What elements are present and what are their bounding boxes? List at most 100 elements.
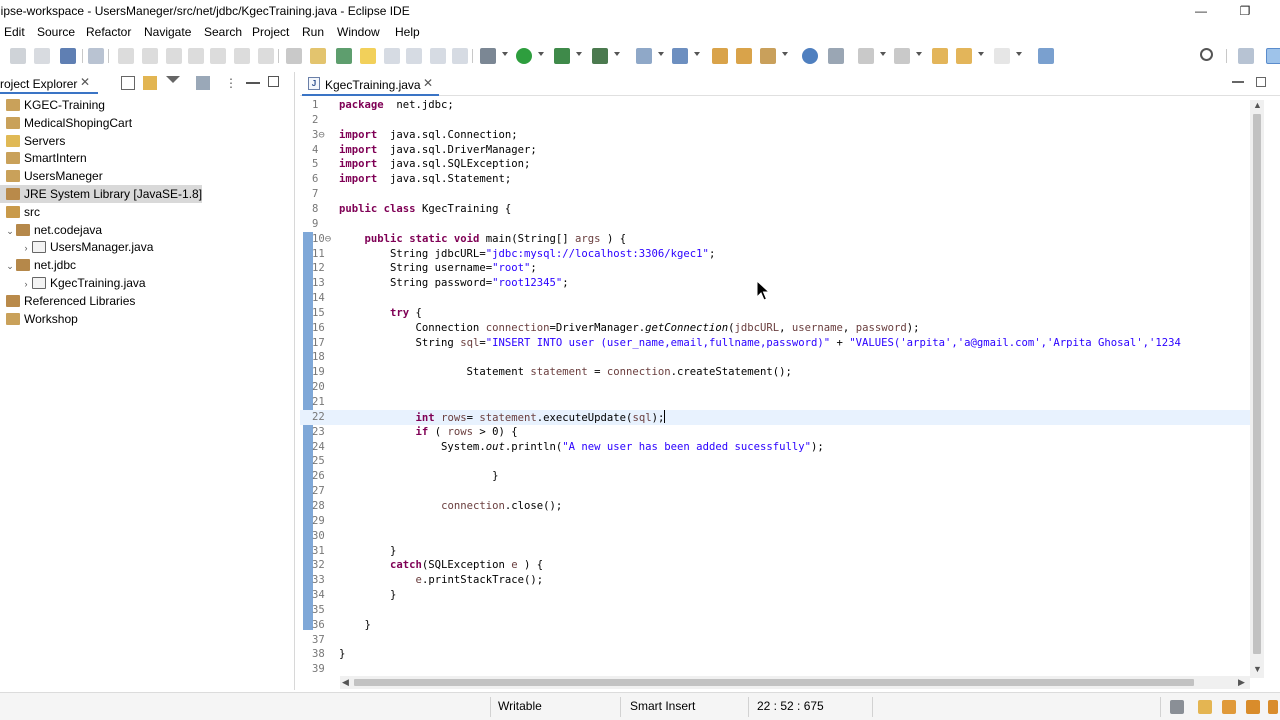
tree-item[interactable]: Servers [0, 132, 65, 150]
open-perspective-icon[interactable] [1238, 48, 1254, 64]
tab-kgectraining[interactable]: J KgecTraining.java ✕ [302, 72, 439, 96]
menu-search[interactable]: Search [204, 25, 242, 39]
search-icon[interactable] [1200, 48, 1213, 61]
annotation-icon[interactable] [828, 48, 844, 64]
code-line[interactable]: 29 [300, 514, 1250, 529]
collapse-all-icon[interactable] [121, 76, 135, 90]
menu-project[interactable]: Project [252, 25, 289, 39]
code-line[interactable]: 31 } [300, 544, 1250, 559]
step-over-icon[interactable] [234, 48, 250, 64]
code-line[interactable]: 32 catch(SQLException e ) { [300, 558, 1250, 573]
new-java-project-icon[interactable] [636, 48, 652, 64]
minimize-view-icon[interactable] [246, 76, 260, 84]
step-into-icon[interactable] [210, 48, 226, 64]
suspend-icon[interactable] [142, 48, 158, 64]
code-line[interactable]: 5 import java.sql.SQLException; [300, 157, 1250, 172]
tasks-icon[interactable] [1198, 700, 1212, 714]
maximize-editor-icon[interactable] [1256, 77, 1266, 87]
filter-icon[interactable] [166, 76, 180, 83]
code-line[interactable]: 35 [300, 603, 1250, 618]
code-line[interactable]: 17 String sql="INSERT INTO user (user_na… [300, 336, 1250, 351]
open-folder-icon[interactable] [712, 48, 728, 64]
code-line[interactable]: 6 import java.sql.Statement; [300, 172, 1250, 187]
menu-run[interactable]: Run [302, 25, 324, 39]
scroll-right-icon[interactable]: ▶ [1238, 677, 1245, 688]
horizontal-scrollbar[interactable]: ◀ ▶ [340, 676, 1250, 689]
java-perspective-icon[interactable] [1266, 48, 1280, 64]
code-line[interactable]: 37 [300, 633, 1250, 648]
code-line[interactable]: 22 int rows= statement.executeUpdate(sql… [300, 409, 1250, 425]
tree-item[interactable]: ⌄ net.jdbc [4, 256, 76, 274]
terminate-icon[interactable] [166, 48, 182, 64]
view-menu-icon[interactable]: ⋮ [224, 76, 238, 90]
new-icon[interactable] [10, 48, 26, 64]
code-line[interactable]: 11 String jdbcURL="jdbc:mysql://localhos… [300, 247, 1250, 262]
code-line[interactable]: 38} [300, 647, 1250, 662]
vertical-scrollbar[interactable]: ▲ ▼ [1250, 100, 1264, 678]
tree-item[interactable]: MedicalShopingCart [0, 114, 132, 132]
forward-icon[interactable] [994, 48, 1010, 64]
code-line[interactable]: 34 } [300, 588, 1250, 603]
tree-item[interactable]: JRE System Library [JavaSE-1.8] [0, 185, 203, 203]
disconnect-icon[interactable] [188, 48, 204, 64]
minimize-editor-icon[interactable] [1232, 75, 1244, 83]
code-line[interactable]: 16 Connection connection=DriverManager.g… [300, 321, 1250, 336]
open-type-icon[interactable] [336, 48, 352, 64]
close-icon[interactable]: ✕ [80, 75, 90, 89]
code-line[interactable]: 10⊖ public static void main(String[] arg… [300, 232, 1250, 247]
chevron-down-icon[interactable]: ⌄ [4, 222, 16, 240]
code-line[interactable]: 21 [300, 395, 1250, 410]
word-wrap-icon[interactable] [406, 48, 422, 64]
code-line[interactable]: 18 [300, 350, 1250, 365]
search-tool-icon[interactable] [760, 48, 776, 64]
code-line[interactable]: 20 [300, 380, 1250, 395]
code-line[interactable]: 30 [300, 529, 1250, 544]
code-line[interactable]: 8 public class KgecTraining { [300, 202, 1250, 217]
coverage-icon[interactable] [554, 48, 570, 64]
tree-item[interactable]: › UsersManager.java [20, 238, 154, 257]
code-line[interactable]: 27 [300, 484, 1250, 499]
tree-item[interactable]: ⌄ net.codejava [4, 221, 102, 239]
pin-editor-icon[interactable] [1038, 48, 1054, 64]
code-line[interactable]: 13 String password="root12345"; [300, 276, 1250, 291]
tree-item[interactable]: Workshop [0, 310, 78, 328]
code-line[interactable]: 4 import java.sql.DriverManager; [300, 143, 1250, 158]
save-icon[interactable] [34, 48, 50, 64]
code-line[interactable]: 28 connection.close(); [300, 499, 1250, 514]
skip-breakpoints-icon[interactable] [88, 48, 104, 64]
maximize-view-icon[interactable] [268, 76, 279, 87]
progress-icon[interactable] [1170, 700, 1184, 714]
menu-refactor[interactable]: Refactor [86, 25, 131, 39]
code-line[interactable]: 36 } [300, 618, 1250, 633]
step-return-icon[interactable] [258, 48, 274, 64]
tree-item[interactable]: KGEC-Training [0, 96, 105, 114]
chevron-right-icon[interactable]: › [20, 239, 32, 257]
code-line[interactable]: 7 [300, 187, 1250, 202]
scroll-up-icon[interactable]: ▲ [1253, 100, 1262, 110]
code-editor[interactable]: 1 package net.jdbc; 2 3⊖ import java.sql.Con… [300, 98, 1250, 678]
code-line[interactable]: 2 [300, 113, 1250, 128]
web-browser-icon[interactable] [802, 48, 818, 64]
code-line[interactable]: 19 Statement statement = connection.crea… [300, 365, 1250, 380]
scroll-down-icon[interactable]: ▼ [1253, 664, 1262, 674]
tree-item[interactable]: UsersManeger [0, 167, 103, 185]
last-edit-icon[interactable] [932, 48, 948, 64]
new-package-icon[interactable] [672, 48, 688, 64]
menu-source[interactable]: Source [37, 25, 75, 39]
horizontal-scroll-thumb[interactable] [354, 679, 1194, 686]
focus-icon[interactable] [196, 76, 210, 90]
link-with-editor-icon[interactable] [143, 76, 157, 90]
minimize-button[interactable]: — [1186, 2, 1216, 20]
menu-navigate[interactable]: Navigate [144, 25, 191, 39]
project-explorer-tab[interactable]: roject Explorer ✕ [0, 72, 98, 94]
tree-item[interactable]: src [0, 203, 40, 221]
code-line[interactable]: 26 } [300, 469, 1250, 484]
tree-item[interactable]: › KgecTraining.java [20, 274, 146, 292]
notifications-icon[interactable] [1222, 700, 1236, 714]
tree-item[interactable]: Referenced Libraries [0, 292, 135, 310]
menu-edit[interactable]: Edit [4, 25, 25, 39]
code-line[interactable]: 1 package net.jdbc; [300, 98, 1250, 113]
drop-to-frame-icon[interactable] [286, 48, 302, 64]
code-line[interactable]: 24 System.out.println("A new user has be… [300, 440, 1250, 455]
show-whitespace-icon[interactable] [430, 48, 446, 64]
